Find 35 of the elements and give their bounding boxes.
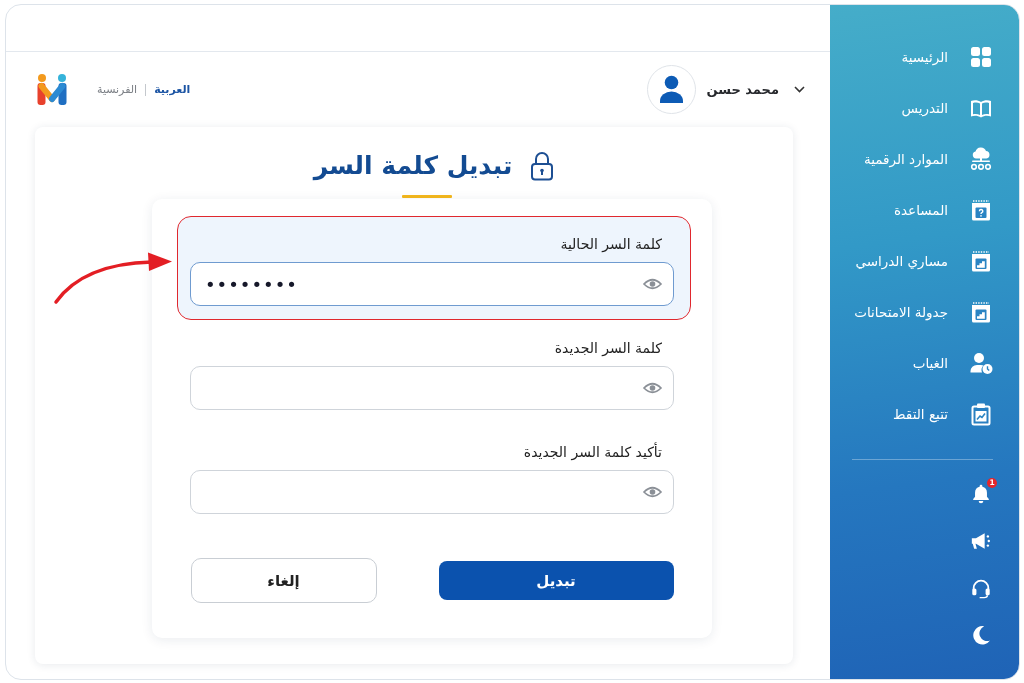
field-label: كلمة السر الجديدة <box>554 340 662 356</box>
cloud-network-icon <box>969 147 993 171</box>
sidebar-item[interactable]: الرئيسية <box>830 31 1019 83</box>
sidebar-item[interactable]: تتبع التقط <box>830 388 1019 440</box>
user-menu[interactable]: محمد حسن <box>646 65 805 114</box>
language-link[interactable]: العربية <box>154 83 191 96</box>
title-underline <box>402 195 452 198</box>
sidebar-item[interactable]: المساعدة <box>830 184 1019 236</box>
calendar-chart-icon <box>969 300 993 324</box>
submit-button[interactable]: تبديل <box>438 561 674 600</box>
sidebar-item[interactable]: التدريس <box>830 82 1019 134</box>
logo <box>35 72 69 107</box>
eye-icon[interactable] <box>643 277 662 291</box>
grid-icon <box>969 45 993 69</box>
cancel-button[interactable]: إلغاء <box>190 558 377 603</box>
password-field[interactable] <box>190 470 674 514</box>
field-label: كلمة السر الحالية <box>560 236 662 252</box>
eye-icon[interactable] <box>643 485 662 499</box>
avatar-icon <box>646 65 696 114</box>
language-link[interactable]: الفرنسية <box>97 83 138 96</box>
sidebar-item[interactable]: الموارد الرقمية <box>830 133 1019 185</box>
password-field[interactable] <box>190 366 674 410</box>
clipboard-chart-icon <box>969 402 993 426</box>
sidebar-item[interactable]: الغياب <box>830 337 1019 389</box>
sidebar-item[interactable]: مساري الدراسي <box>830 235 1019 287</box>
field-label: تأكيد كلمة السر الجديدة <box>523 444 662 460</box>
password-field[interactable]: •••••••• <box>190 262 674 306</box>
calendar-chart-icon <box>969 249 993 273</box>
lock-icon <box>530 151 555 181</box>
eye-icon[interactable] <box>643 381 662 395</box>
chevron-down-icon <box>794 86 805 93</box>
user-clock-icon <box>969 351 993 375</box>
calendar-help-icon <box>969 198 993 222</box>
sidebar-item[interactable]: جدولة الامتحانات <box>830 286 1019 338</box>
page-title: تبديل كلمة السر <box>313 150 513 182</box>
